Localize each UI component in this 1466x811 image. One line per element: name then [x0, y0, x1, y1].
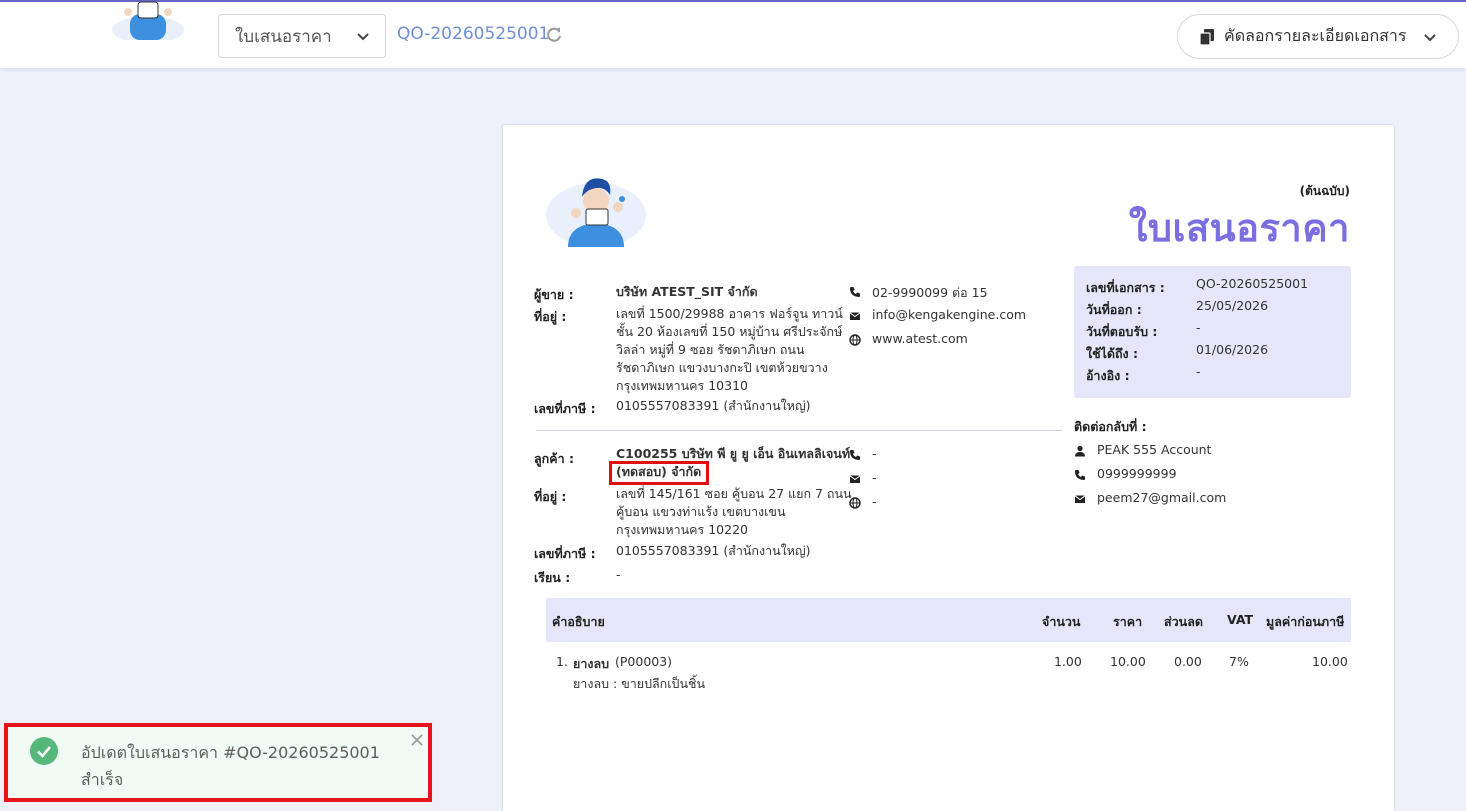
check-circle-icon	[30, 737, 58, 765]
avatar	[112, 1, 184, 40]
company-logo	[546, 178, 646, 247]
toast-message-line2: สำเร็จ	[81, 770, 124, 789]
seller-address-label: ที่อยู่ :	[534, 309, 567, 324]
col-description: คำอธิบาย	[552, 614, 605, 629]
col-price: ราคา	[1113, 614, 1143, 629]
items-table-header: คำอธิบาย จำนวน ราคา ส่วนลด VAT มูลค่าก่อ…	[546, 598, 1351, 642]
customer-address-label: ที่อยู่ :	[534, 489, 567, 504]
section-divider	[536, 430, 1062, 431]
customer-address-line: เลขที่ 145/161 ซอย คู้บอน 27 แยก 7 ถนน	[616, 486, 852, 501]
seller-tax-id: 0105557083391 (สำนักงานใหญ่)	[616, 398, 811, 413]
customer-address-line: คู้บอน แขวงท่าแร้ง เขตบางเขน	[616, 504, 786, 519]
top-bar: ใบเสนอราคา QO-20260525001 คัดลอกรายละเอี…	[0, 0, 1466, 68]
seller-address-line: ชั้น 20 ห้องเลขที่ 150 หมู่บ้าน ศรีประจั…	[616, 324, 843, 339]
item-detail: ยางลบ : ขายปลีกเป็นชิ้น	[573, 676, 706, 691]
customer-label: ลูกค้า :	[534, 451, 574, 466]
seller-address-line: กรุงเทพมหานคร 10310	[616, 378, 748, 393]
globe-icon	[849, 497, 861, 509]
globe-icon	[849, 334, 861, 346]
customer-attn: -	[616, 567, 621, 582]
customer-attn-label: เรียน :	[534, 570, 571, 585]
item-vat: 7%	[1229, 654, 1249, 669]
item-price: 10.00	[1110, 654, 1146, 669]
highlight-box	[609, 461, 709, 485]
close-icon[interactable]	[410, 733, 424, 747]
user-icon	[1075, 445, 1085, 457]
reply-date-value: -	[1196, 320, 1201, 335]
seller-address-line: รัชดาภิเษก แขวงบางกะปิ เขตห้วยขวาง	[616, 360, 828, 375]
contact-email: peem27@gmail.com	[1097, 490, 1227, 505]
phone-icon	[1075, 470, 1085, 480]
copy-document-details-button[interactable]: คัดลอกรายละเอียดเอกสาร	[1177, 14, 1459, 59]
row-number: 1.	[556, 654, 568, 669]
toast-message: อัปเดตใบเสนอราคา #QO-20260525001 สำเร็จ	[81, 739, 391, 793]
doc-no-label: เลขที่เอกสาร :	[1086, 280, 1165, 295]
seller-phone: 02-9990099 ต่อ 15	[872, 285, 988, 300]
issue-date-label: วันที่ออก :	[1086, 302, 1142, 317]
issue-date-value: 25/05/2026	[1196, 298, 1269, 313]
email-icon	[849, 312, 861, 320]
seller-address: เลขที่ 1500/29988 อาคาร ฟอร์จูน ทาวน์ ชั…	[616, 305, 856, 395]
valid-until-value: 01/06/2026	[1196, 342, 1269, 357]
email-icon	[849, 475, 861, 483]
customer-phone: -	[872, 446, 877, 461]
document-info-box: เลขที่เอกสาร : QO-20260525001 วันที่ออก …	[1074, 266, 1351, 398]
col-qty: จำนวน	[1042, 614, 1081, 629]
toast-message-line1: อัปเดตใบเสนอราคา #QO-20260525001	[81, 743, 380, 762]
customer-tax-id: 0105557083391 (สำนักงานใหญ่)	[616, 543, 811, 558]
document-number-link[interactable]: QO-20260525001	[397, 24, 549, 44]
item-qty: 1.00	[1054, 654, 1082, 669]
contact-phone: 0999999999	[1097, 466, 1177, 481]
reference-label: อ้างอิง :	[1086, 368, 1130, 383]
reply-date-label: วันที่ตอบรับ :	[1086, 324, 1158, 339]
item-discount: 0.00	[1174, 654, 1202, 669]
item-amount: 10.00	[1312, 654, 1348, 669]
customer-email: -	[872, 470, 877, 485]
document-type-select[interactable]: ใบเสนอราคา	[218, 14, 386, 58]
contact-name: PEAK 555 Account	[1097, 442, 1212, 457]
phone-icon	[850, 450, 860, 460]
doc-no-value: QO-20260525001	[1196, 276, 1309, 291]
customer-website: -	[872, 494, 877, 509]
seller-email: info@kengakengine.com	[872, 307, 1027, 322]
copy-icon	[1199, 28, 1214, 46]
customer-address: เลขที่ 145/161 ซอย คู้บอน 27 แยก 7 ถนน ค…	[616, 485, 856, 539]
valid-until-label: ใช้ได้ถึง :	[1086, 346, 1139, 361]
item-name: ยางลบ	[573, 656, 610, 671]
phone-icon	[850, 287, 860, 297]
document-title: ใบเสนอราคา	[1128, 206, 1350, 250]
success-toast: อัปเดตใบเสนอราคา #QO-20260525001 สำเร็จ	[4, 723, 432, 802]
document-type-value: ใบเสนอราคา	[235, 26, 332, 47]
seller-address-line: เลขที่ 1500/29988 อาคาร ฟอร์จูน ทาวน์	[616, 306, 843, 321]
seller-website: www.atest.com	[872, 331, 968, 346]
seller-tax-label: เลขที่ภาษี :	[534, 401, 596, 416]
col-vat: VAT	[1227, 612, 1254, 627]
customer-tax-label: เลขที่ภาษี :	[534, 546, 596, 561]
seller-address-line: วิลล่า หมู่ที่ 9 ซอย รัชดาภิเษก ถนน	[616, 342, 805, 357]
col-amount: มูลค่าก่อนภาษี	[1266, 614, 1345, 629]
chevron-down-icon	[357, 33, 369, 41]
refresh-icon[interactable]	[545, 26, 563, 44]
reference-value: -	[1196, 364, 1201, 379]
seller-name: บริษัท ATEST_SIT จำกัด	[616, 284, 758, 299]
chevron-down-icon	[1424, 34, 1436, 42]
customer-address-line: กรุงเทพมหานคร 10220	[616, 522, 748, 537]
email-icon	[1074, 495, 1086, 503]
col-discount: ส่วนลด	[1164, 614, 1203, 629]
item-code: (P00003)	[615, 654, 673, 669]
contact-label: ติดต่อกลับที่ :	[1074, 419, 1147, 434]
seller-label: ผู้ขาย :	[534, 287, 574, 302]
copy-button-label: คัดลอกรายละเอียดเอกสาร	[1224, 26, 1407, 45]
